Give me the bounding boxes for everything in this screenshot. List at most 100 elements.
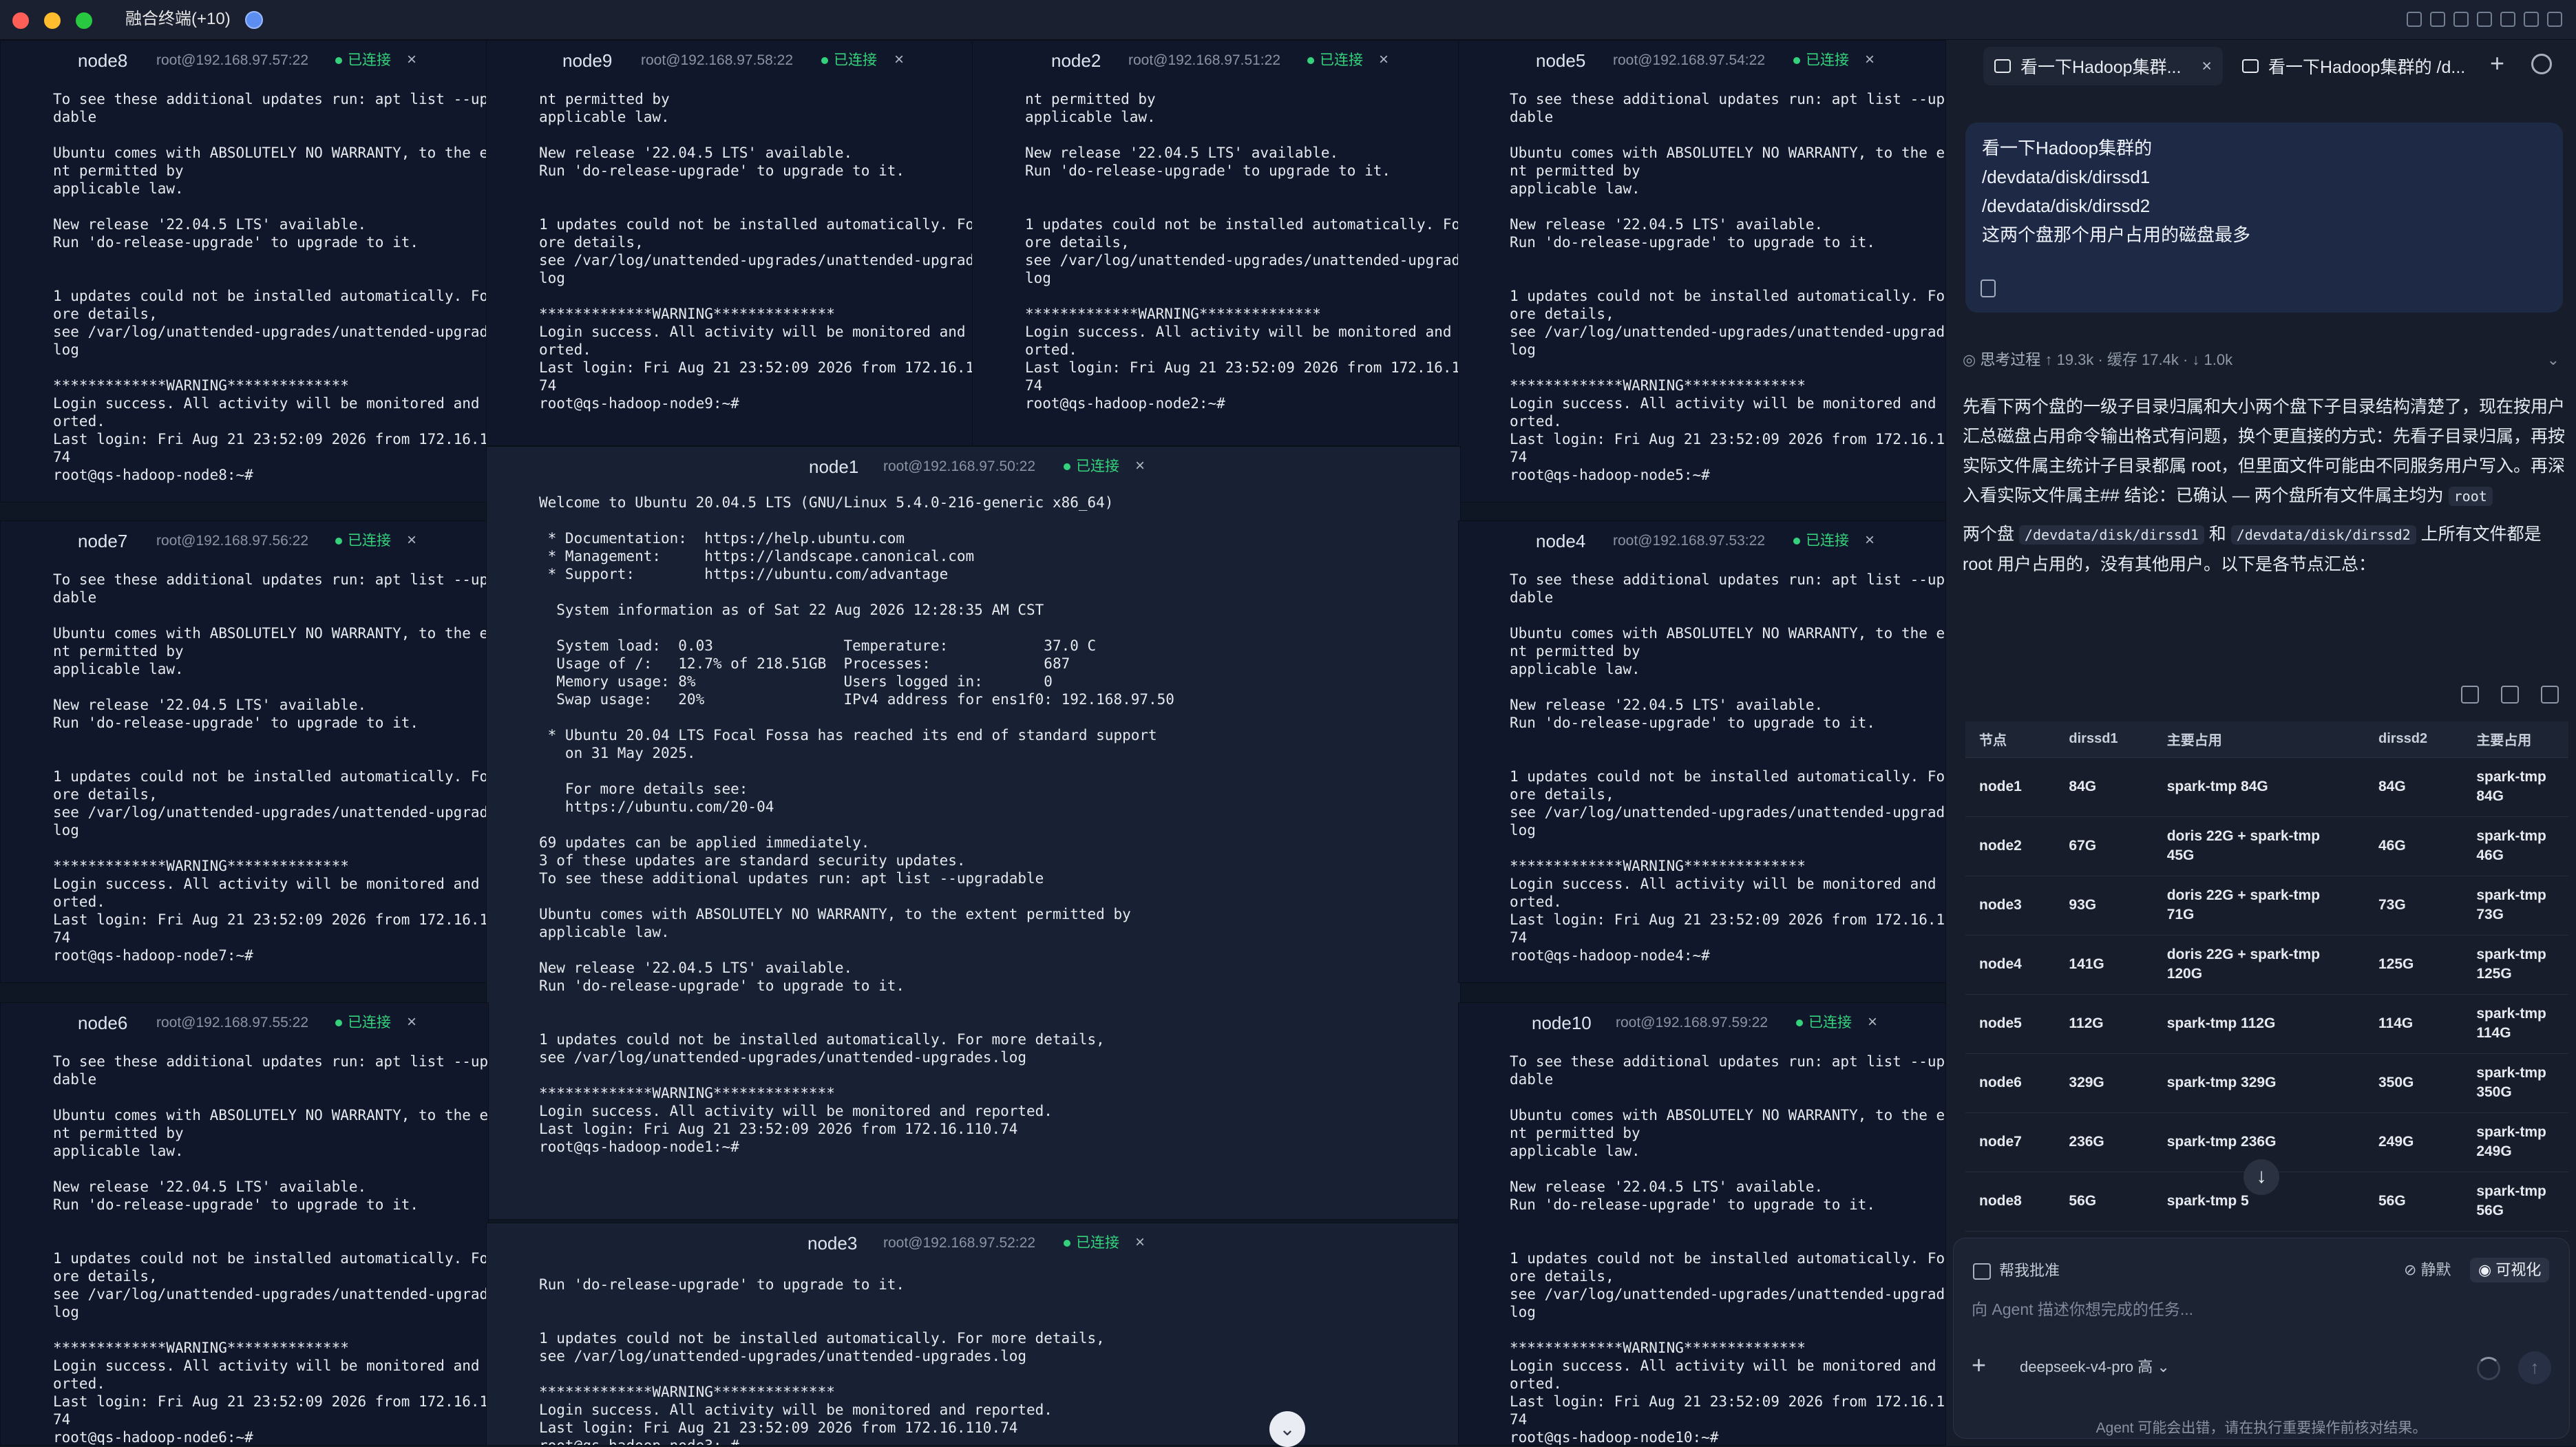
settings-icon[interactable]	[2547, 12, 2562, 27]
terminal-output[interactable]: nt permitted by applicable law. New rele…	[539, 90, 974, 445]
terminal-pane-node7[interactable]: node7 root@192.168.97.56:22 已连接 × To see…	[0, 520, 489, 983]
chat-tab-1[interactable]: 看一下Hadoop集群... ×	[1983, 47, 2224, 85]
bell-icon[interactable]	[2453, 12, 2469, 27]
prompt-input[interactable]: 向 Agent 描述你想完成的任务...	[1972, 1298, 2550, 1321]
close-icon[interactable]: ×	[2202, 56, 2212, 76]
composer: 帮我批准 ⊘ 静默 ◉ 可视化 向 Agent 描述你想完成的任务... + d…	[1953, 1238, 2570, 1439]
chat-tab-label: 看一下Hadoop集群的 /d...	[2268, 58, 2466, 77]
window-minimize-icon[interactable]	[44, 12, 61, 29]
terminal-pane-node4[interactable]: node4 root@192.168.97.53:22 已连接 × To see…	[1458, 520, 1947, 983]
terminal-pane-node6[interactable]: node6 root@192.168.97.55:22 已连接 × To see…	[0, 1002, 489, 1446]
close-icon[interactable]: ×	[1135, 456, 1145, 476]
connection-status: 已连接	[335, 532, 391, 550]
window-zoom-icon[interactable]	[76, 12, 92, 29]
plus-icon[interactable]: +	[1972, 1351, 1986, 1379]
terminal-pane-node3[interactable]: node3 root@192.168.97.52:22 已连接 × Run 'd…	[486, 1223, 1461, 1446]
terminal-output[interactable]: To see these additional updates run: apt…	[1510, 1053, 1946, 1445]
pane-title: node2	[1051, 50, 1101, 71]
terminal-pane-node10[interactable]: node10 root@192.168.97.59:22 已连接 × To se…	[1458, 1002, 1947, 1446]
column-header: dirssd2	[2365, 721, 2463, 758]
plus-icon[interactable]: +	[2490, 50, 2504, 77]
terminal-output[interactable]: To see these additional updates run: apt…	[53, 571, 488, 982]
close-icon[interactable]: ×	[1865, 531, 1875, 550]
table-cell: 125G	[2365, 935, 2463, 995]
inline-code: root	[2448, 487, 2493, 506]
chat-icon	[1994, 59, 2011, 73]
moon-icon[interactable]	[2477, 12, 2492, 27]
approve-toggle[interactable]: 帮我批准	[1973, 1260, 2060, 1281]
copy-icon[interactable]	[2461, 686, 2479, 704]
close-icon[interactable]: ×	[1865, 50, 1875, 70]
table-cell: 84G	[2055, 757, 2153, 817]
close-icon[interactable]: ×	[407, 50, 416, 70]
terminal-pane-node5[interactable]: node5 root@192.168.97.54:22 已连接 × To see…	[1458, 40, 1947, 503]
pane-address: root@192.168.97.56:22	[156, 533, 308, 549]
mute-toggle[interactable]: ⊘ 静默	[2397, 1258, 2458, 1282]
column-header: 主要占用	[2462, 721, 2568, 758]
connection-status: 已连接	[1064, 1234, 1119, 1252]
pane-header: node7 root@192.168.97.56:22 已连接 ×	[1, 521, 488, 562]
screen-icon[interactable]	[2500, 12, 2515, 27]
table-row: node1 84G spark-tmp 84G 84G spark-tmp 84G	[1965, 757, 2568, 817]
pane-address: root@192.168.97.58:22	[641, 52, 793, 68]
download-icon[interactable]	[2501, 686, 2519, 704]
connection-status: 已连接	[335, 1014, 391, 1032]
pane-title: node10	[1532, 1013, 1592, 1033]
table-row: node2 67G doris 22G + spark-tmp 45G 46G spar…	[1965, 816, 2568, 876]
close-icon[interactable]: ×	[1135, 1233, 1145, 1252]
disclaimer: Agent 可能会出错，请在执行重要操作前核对结果。	[2095, 1420, 2427, 1436]
table-cell: doris 22G + spark-tmp 120G	[2153, 935, 2365, 995]
thinking-header[interactable]: ◎ 思考过程 ↑ 19.3k · 缓存 17.4k · ↓ 1.0k	[1963, 350, 2232, 370]
connection-status: 已连接	[335, 52, 391, 70]
terminal-output[interactable]: To see these additional updates run: apt…	[1510, 571, 1946, 982]
bag-icon[interactable]	[2430, 12, 2445, 27]
window-close-icon[interactable]	[12, 12, 29, 29]
close-icon[interactable]: ×	[1868, 1013, 1877, 1032]
terminal-pane-node2[interactable]: node2 root@192.168.97.51:22 已连接 × nt per…	[972, 40, 1461, 446]
close-icon[interactable]: ×	[407, 531, 416, 550]
expand-icon[interactable]	[2541, 686, 2559, 704]
message-line: 看一下Hadoop集群的	[1982, 138, 2153, 158]
terminal-output[interactable]: Welcome to Ubuntu 20.04.5 LTS (GNU/Linux…	[539, 494, 1460, 1219]
close-icon[interactable]: ×	[407, 1013, 416, 1032]
scroll-to-bottom-button[interactable]: ⌄	[1269, 1411, 1305, 1447]
chat-tab-2[interactable]: 看一下Hadoop集群的 /d...	[2231, 47, 2476, 85]
copy-icon[interactable]	[1981, 279, 1996, 297]
visual-label: 可视化	[2495, 1261, 2542, 1278]
chevron-down-icon[interactable]: ⌄	[2547, 351, 2559, 369]
arrow-down-icon[interactable]: ↓	[2244, 1159, 2279, 1195]
pane-header: node4 root@192.168.97.53:22 已连接 ×	[1459, 521, 1946, 562]
visual-toggle[interactable]: ◉ 可视化	[2470, 1258, 2550, 1282]
window-icon[interactable]	[2524, 12, 2539, 27]
message-line: 这两个盘那个用户占用的磁盘最多	[1982, 224, 2251, 245]
send-icon[interactable]: ↑	[2518, 1351, 2551, 1384]
table-row: node6 329G spark-tmp 329G 350G spark-tmp 350…	[1965, 1053, 2568, 1113]
table-cell: node6	[1965, 1053, 2056, 1113]
table-cell: 112G	[2055, 994, 2153, 1054]
history-icon[interactable]	[2531, 54, 2552, 74]
terminal-pane-node8[interactable]: node8 root@192.168.97.57:22 已连接 × To see…	[0, 40, 489, 503]
folder-icon[interactable]	[2407, 12, 2422, 27]
pane-address: root@192.168.97.52:22	[883, 1235, 1035, 1251]
terminal-output[interactable]: To see these additional updates run: apt…	[53, 1053, 488, 1445]
brain-icon: ◎	[1963, 351, 1981, 368]
terminal-output[interactable]: nt permitted by applicable law. New rele…	[1025, 90, 1460, 445]
assistant-reply: 先看下两个盘的一级子目录归属和大小两个盘下子目录结构清楚了，现在按用户汇总磁盘占…	[1963, 392, 2566, 580]
table-cell: node5	[1965, 994, 2056, 1054]
terminal-output[interactable]: To see these additional updates run: apt…	[53, 90, 488, 502]
column-header: 节点	[1965, 721, 2056, 758]
mute-icon: ⊘	[2404, 1261, 2421, 1278]
table-row: node3 93G doris 22G + spark-tmp 71G 73G spar…	[1965, 876, 2568, 936]
close-icon[interactable]: ×	[1379, 50, 1389, 70]
table-cell: 93G	[2055, 876, 2153, 936]
terminal-pane-node1[interactable]: node1 root@192.168.97.50:22 已连接 × Welcom…	[486, 446, 1461, 1220]
terminal-pane-node9[interactable]: node9 root@192.168.97.58:22 已连接 × nt per…	[486, 40, 975, 446]
reply-text: 和	[2208, 525, 2226, 544]
close-icon[interactable]: ×	[894, 50, 904, 70]
connection-status: 已连接	[1793, 52, 1849, 70]
terminal-output[interactable]: Run 'do-release-upgrade' to upgrade to i…	[539, 1276, 1460, 1445]
pane-title: node1	[809, 456, 859, 477]
terminal-output[interactable]: To see these additional updates run: apt…	[1510, 90, 1946, 502]
table-header-row: 节点 dirssd1 主要占用 dirssd2 主要占用	[1965, 721, 2568, 758]
model-selector[interactable]: deepseek-v4-pro 高 ⌄	[2020, 1357, 2170, 1377]
